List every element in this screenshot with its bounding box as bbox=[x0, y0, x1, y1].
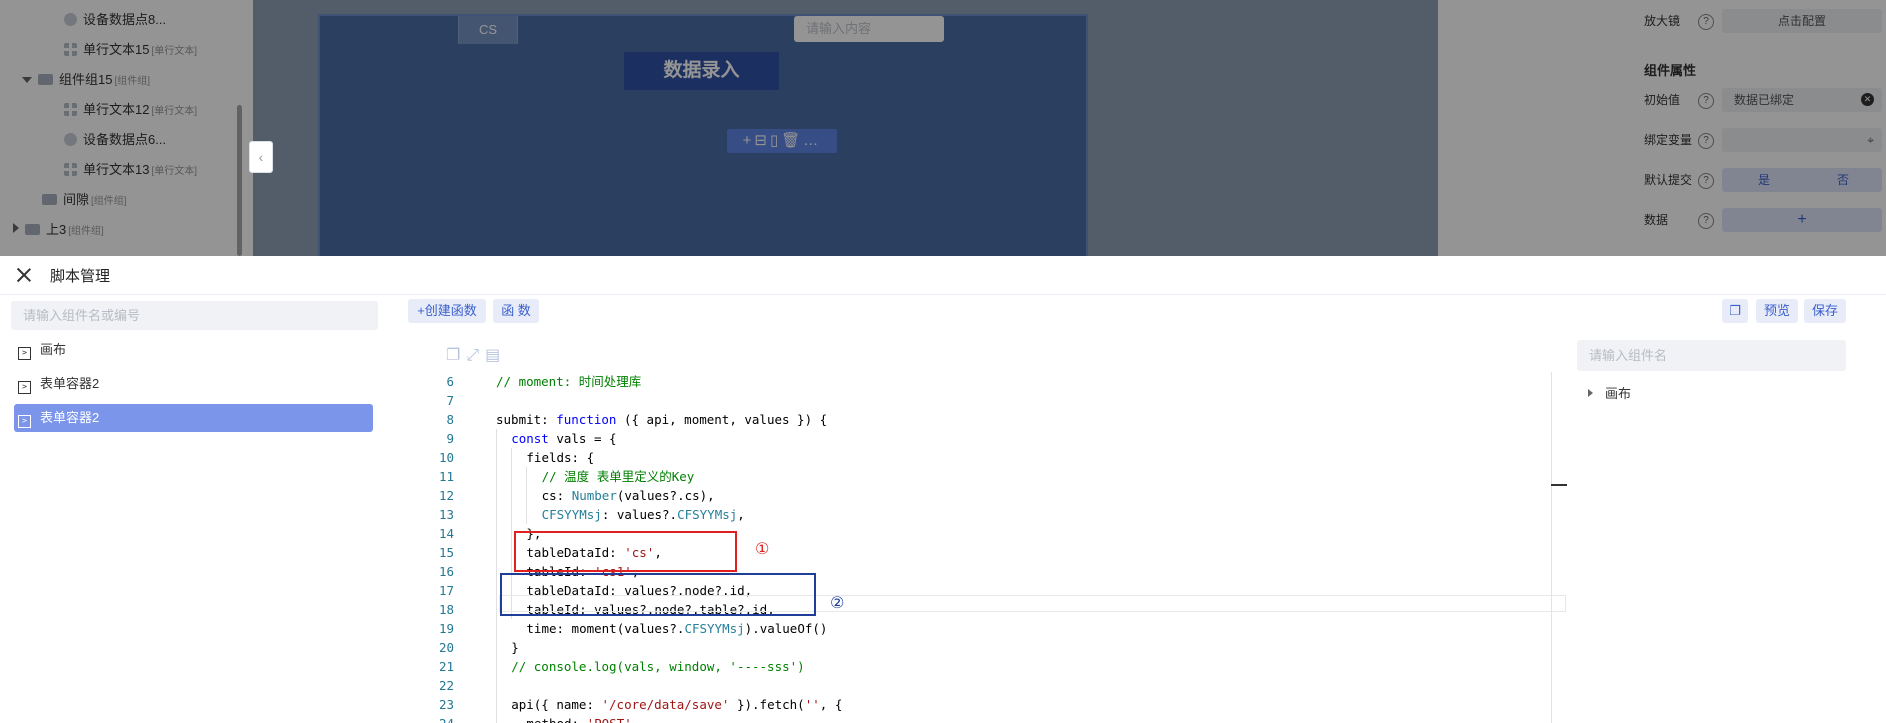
component-item-label: 表单容器2 bbox=[40, 410, 100, 425]
line-number: 11 bbox=[438, 469, 454, 484]
copy-icon[interactable]: ❐ bbox=[446, 347, 466, 364]
editor-toolbar: ❐⤢▤ bbox=[446, 345, 506, 365]
line-number: 7 bbox=[446, 393, 454, 408]
copy-button[interactable]: ❐ bbox=[1722, 299, 1748, 323]
annotation-box-2 bbox=[500, 573, 816, 616]
copy-icon: ❐ bbox=[1729, 303, 1741, 318]
line-number: 18 bbox=[438, 602, 454, 617]
component-item-form-container[interactable]: > 表单容器2 bbox=[14, 370, 373, 398]
annotation-marker-2: ② bbox=[830, 595, 845, 612]
indent-guide bbox=[526, 467, 527, 524]
line-number: 13 bbox=[438, 507, 454, 522]
save-button[interactable]: 保存 bbox=[1804, 299, 1846, 323]
line-number: 15 bbox=[438, 545, 454, 560]
line-number: 22 bbox=[438, 678, 454, 693]
format-icon[interactable]: ▤ bbox=[485, 347, 506, 364]
code-line[interactable]: submit: function ({ api, moment, values … bbox=[496, 410, 827, 429]
component-item-label: 表单容器2 bbox=[40, 376, 100, 391]
line-number: 14 bbox=[438, 526, 454, 541]
modal-overlay bbox=[0, 0, 1886, 256]
editor-divider bbox=[1551, 372, 1552, 723]
line-number: 9 bbox=[446, 431, 454, 446]
component-item-canvas[interactable]: > 画布 bbox=[14, 336, 373, 364]
line-number: 16 bbox=[438, 564, 454, 579]
code-line[interactable]: CFSYYMsj: values?.CFSYYMsj, bbox=[542, 505, 745, 524]
line-number: 19 bbox=[438, 621, 454, 636]
line-number: 24 bbox=[398, 714, 454, 723]
line-number: 21 bbox=[438, 659, 454, 674]
code-line[interactable]: method: 'POST', bbox=[526, 714, 639, 723]
component-search-input[interactable] bbox=[11, 301, 378, 330]
caret-right-icon[interactable] bbox=[1588, 389, 1593, 397]
line-number: 8 bbox=[446, 412, 454, 427]
terminal-icon: > bbox=[18, 381, 31, 394]
component-item-form-container-active[interactable]: > 表单容器2 bbox=[14, 404, 373, 432]
dialog-header: 脚本管理 bbox=[0, 256, 1886, 295]
background-editor: 设备数据点8... 单行文本15 [单行文本] 组件组15 [组件组] 单行文本12 [单行… bbox=[0, 0, 1886, 256]
line-number: 20 bbox=[438, 640, 454, 655]
create-function-button[interactable]: +创建函数 bbox=[408, 299, 486, 323]
right-tree-item-canvas[interactable]: 画布 bbox=[1588, 383, 1631, 402]
component-name-search-input[interactable] bbox=[1577, 340, 1846, 371]
terminal-icon: > bbox=[18, 347, 31, 360]
code-line[interactable]: // 温度 表单里定义的Key bbox=[542, 467, 695, 486]
code-line[interactable]: // moment: 时间处理库 bbox=[496, 372, 641, 391]
component-item-label: 画布 bbox=[40, 342, 67, 357]
line-number: 12 bbox=[438, 488, 454, 503]
indent-guide bbox=[496, 429, 497, 723]
code-line[interactable]: } bbox=[511, 638, 519, 657]
terminal-icon: > bbox=[18, 415, 31, 428]
code-line[interactable]: const vals = { bbox=[511, 429, 616, 448]
fullscreen-icon[interactable]: ⤢ bbox=[466, 347, 485, 364]
close-icon[interactable] bbox=[15, 266, 33, 284]
function-button[interactable]: 函 数 bbox=[493, 299, 539, 323]
preview-button[interactable]: 预览 bbox=[1756, 299, 1798, 323]
line-number: 6 bbox=[446, 374, 454, 389]
code-line[interactable]: fields: { bbox=[526, 448, 594, 467]
dialog-title: 脚本管理 bbox=[50, 268, 111, 285]
code-line[interactable]: api({ name: '/core/data/save' }).fetch('… bbox=[511, 695, 842, 714]
code-line[interactable]: // console.log(vals, window, '----sss') bbox=[511, 657, 805, 676]
right-tree-label: 画布 bbox=[1605, 386, 1632, 401]
line-number: 23 bbox=[438, 697, 454, 712]
code-line[interactable]: time: moment(values?.CFSYYMsj).valueOf() bbox=[526, 619, 827, 638]
annotation-marker-1: ① bbox=[755, 541, 770, 558]
annotation-box-1 bbox=[514, 531, 737, 572]
line-number: 10 bbox=[438, 450, 454, 465]
code-line[interactable]: cs: Number(values?.cs), bbox=[542, 486, 715, 505]
collapse-handle[interactable]: ‹ bbox=[249, 141, 273, 173]
text-cursor bbox=[1551, 484, 1567, 486]
line-number: 17 bbox=[438, 583, 454, 598]
